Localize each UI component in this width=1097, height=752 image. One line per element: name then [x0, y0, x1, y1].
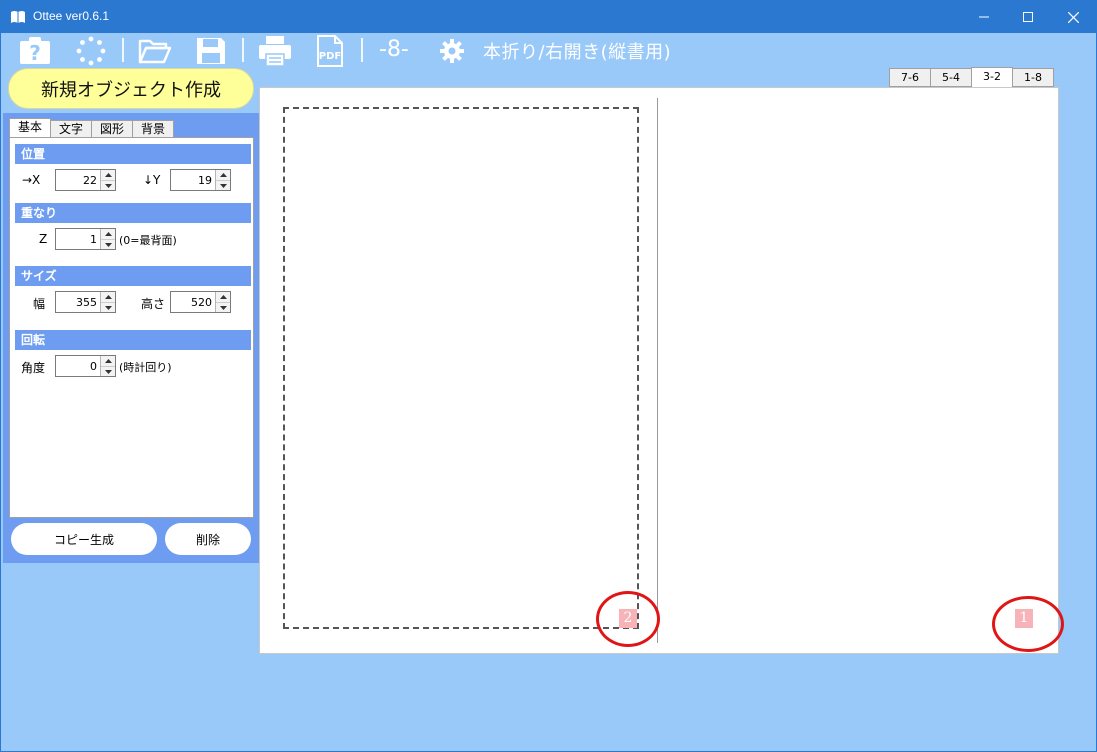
angle-value: 0 — [90, 360, 97, 373]
z-stepper[interactable]: 1 — [55, 228, 116, 250]
book-icon — [11, 11, 25, 23]
open-button[interactable] — [137, 35, 173, 67]
x-stepper[interactable]: 22 — [55, 169, 116, 191]
chevron-down-icon[interactable] — [101, 366, 115, 376]
tab-background[interactable]: 背景 — [132, 120, 175, 137]
chevron-down-icon[interactable] — [101, 180, 115, 190]
width-value: 355 — [76, 296, 97, 309]
settings-icon — [440, 39, 464, 63]
copy-button[interactable]: コピー生成 — [11, 523, 157, 555]
chevron-up-icon[interactable] — [101, 170, 115, 180]
height-value: 520 — [191, 296, 212, 309]
pdf-label: PDF — [319, 51, 341, 62]
toolbar: ? PDF -8- 本折り/右開き(縦書用) — [1, 33, 1096, 69]
close-icon — [1067, 11, 1079, 23]
y-label: ↓Y — [143, 173, 161, 187]
z-value: 1 — [90, 233, 97, 246]
angle-note: (時計回り) — [119, 361, 172, 374]
minimize-button[interactable] — [961, 1, 1007, 33]
maximize-icon — [1023, 12, 1033, 22]
basic-tab-content: 位置 →X 22 ↓Y 19 重なり Z 1 (0=最背面) サイズ 幅 355… — [9, 137, 254, 518]
svg-text:?: ? — [29, 41, 41, 65]
tab-basic[interactable]: 基本 — [9, 118, 52, 137]
toolbar-separator — [361, 38, 363, 62]
rotation-heading: 回転 — [15, 330, 251, 350]
chevron-up-icon[interactable] — [216, 170, 230, 180]
layer-heading: 重なり — [15, 203, 251, 223]
tab-text[interactable]: 文字 — [50, 120, 93, 137]
spine-divider — [657, 98, 658, 643]
close-button[interactable] — [1050, 1, 1096, 33]
height-stepper[interactable]: 520 — [170, 291, 231, 313]
loading-icon — [76, 36, 106, 66]
pdf-button[interactable]: PDF — [315, 35, 345, 67]
save-icon — [197, 38, 225, 64]
layout-mode-label[interactable]: 本折り/右開き(縦書用) — [483, 38, 671, 64]
x-label: →X — [22, 173, 41, 187]
delete-button[interactable]: 削除 — [165, 523, 251, 555]
print-icon — [259, 36, 291, 67]
page-spread-tabs: 7-6 5-4 3-2 1-8 — [889, 67, 1054, 88]
highlight-ring — [596, 591, 660, 647]
width-stepper[interactable]: 355 — [55, 291, 116, 313]
height-label: 高さ — [141, 297, 166, 311]
page-tab-1-8[interactable]: 1-8 — [1012, 68, 1054, 87]
maximize-button[interactable] — [1005, 1, 1051, 33]
print-button[interactable] — [256, 35, 294, 67]
tab-shape[interactable]: 図形 — [91, 120, 134, 137]
loading-button[interactable] — [73, 35, 109, 67]
chevron-up-icon[interactable] — [101, 292, 115, 302]
page-tab-7-6[interactable]: 7-6 — [889, 68, 931, 87]
settings-button[interactable] — [437, 35, 467, 67]
position-heading: 位置 — [15, 144, 251, 164]
pdf-icon: PDF — [317, 35, 343, 67]
page-tab-5-4[interactable]: 5-4 — [930, 68, 972, 87]
chevron-down-icon[interactable] — [101, 239, 115, 249]
width-label: 幅 — [33, 297, 46, 311]
chevron-down-icon[interactable] — [101, 302, 115, 312]
x-value: 22 — [83, 174, 97, 187]
page-indicator: -8- — [379, 37, 409, 62]
size-heading: サイズ — [15, 266, 251, 286]
help-button[interactable]: ? — [17, 35, 53, 67]
chevron-down-icon[interactable] — [216, 302, 230, 312]
new-object-button[interactable]: 新規オブジェクト作成 — [8, 68, 254, 109]
y-value: 19 — [198, 174, 212, 187]
minimize-icon — [979, 16, 989, 18]
title-bar: Ottee ver0.6.1 — [1, 1, 1096, 33]
page-spread-canvas[interactable]: 2 1 — [259, 87, 1064, 654]
highlight-ring — [992, 596, 1064, 652]
z-label: Z — [39, 232, 48, 246]
toolbar-separator — [122, 38, 124, 62]
chevron-up-icon[interactable] — [216, 292, 230, 302]
angle-stepper[interactable]: 0 — [55, 355, 116, 377]
selected-object[interactable] — [283, 107, 639, 629]
chevron-down-icon[interactable] — [216, 180, 230, 190]
page-tab-3-2[interactable]: 3-2 — [971, 67, 1013, 88]
y-stepper[interactable]: 19 — [170, 169, 231, 191]
save-button[interactable] — [194, 35, 228, 67]
toolbar-separator — [242, 38, 244, 62]
app-window: Ottee ver0.6.1 ? PDF -8- 本折り/右開き(縦書用) 新規… — [0, 0, 1097, 752]
z-note: (0=最背面) — [119, 234, 177, 247]
property-tabs: 基本 文字 図形 背景 — [9, 118, 175, 138]
angle-label: 角度 — [21, 361, 46, 375]
open-folder-icon — [138, 39, 172, 64]
help-icon: ? — [20, 37, 50, 65]
chevron-up-icon[interactable] — [101, 229, 115, 239]
property-panel: 基本 文字 図形 背景 位置 →X 22 ↓Y 19 重なり Z 1 (0=最背… — [3, 113, 259, 563]
window-title: Ottee ver0.6.1 — [33, 9, 110, 23]
chevron-up-icon[interactable] — [101, 356, 115, 366]
